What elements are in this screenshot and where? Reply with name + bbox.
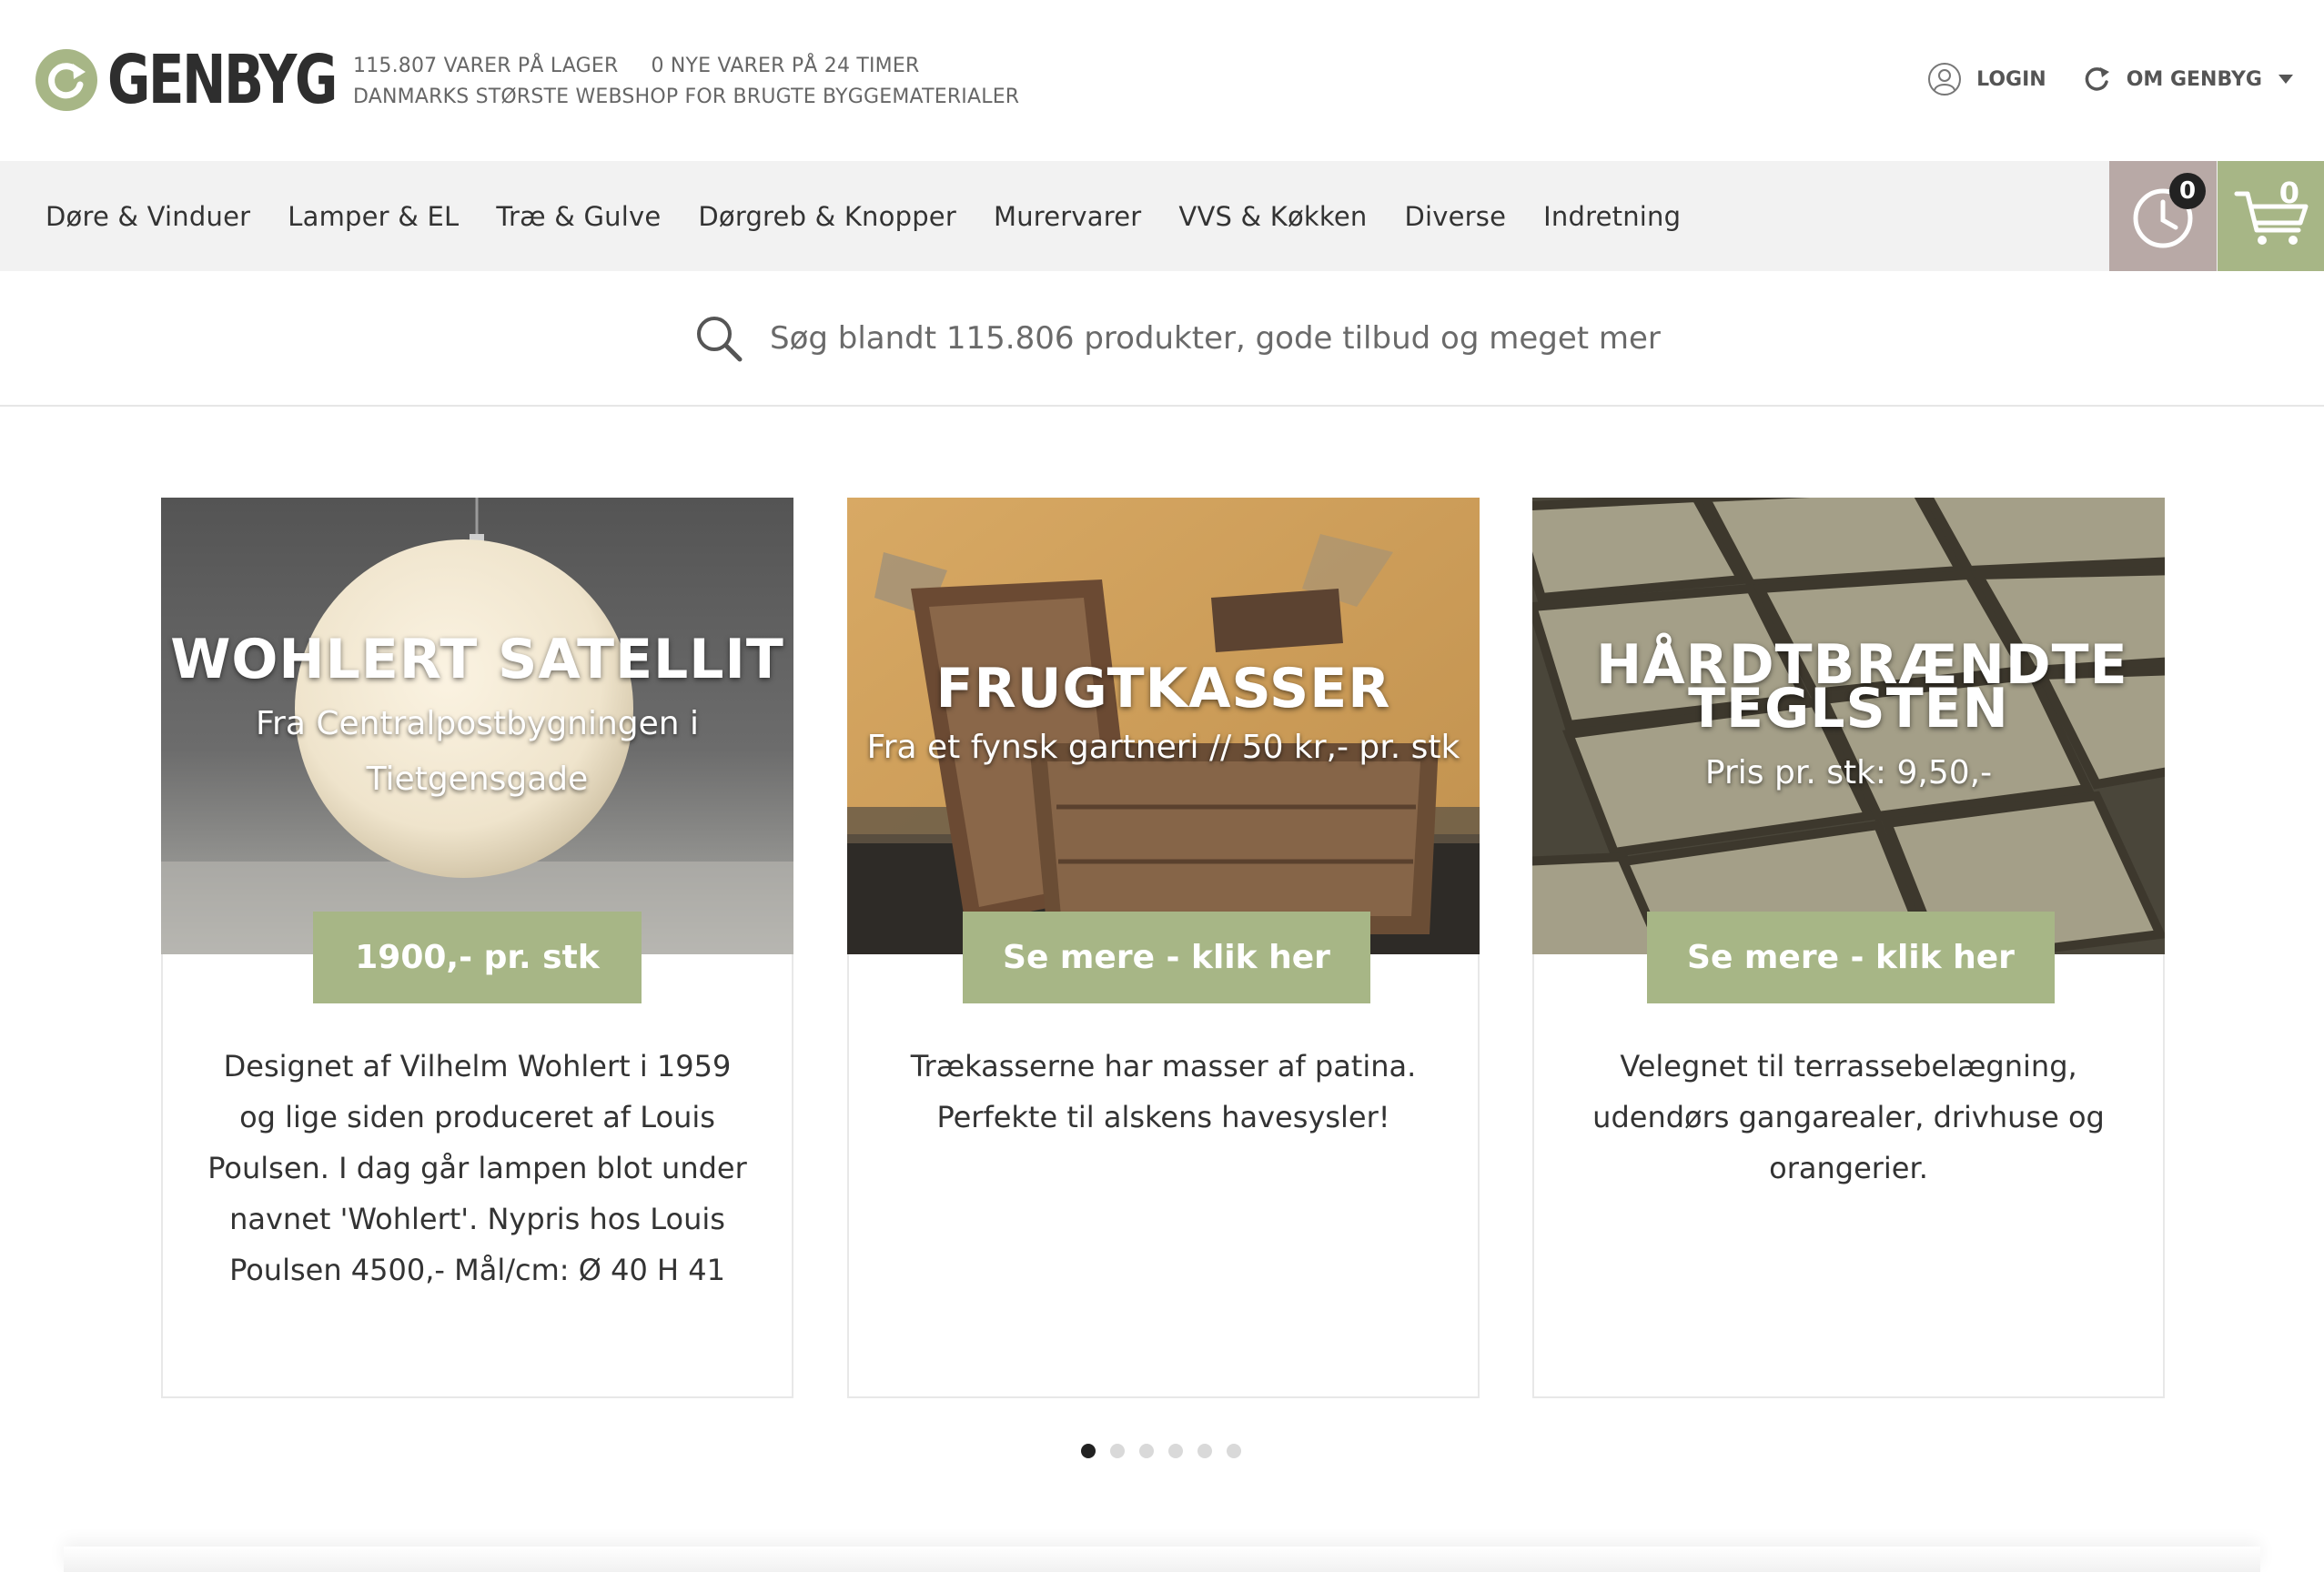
chevron-down-icon xyxy=(2279,75,2293,84)
promo-image-crates[interactable]: FRUGTKASSER Fra et fynsk gartneri // 50 … xyxy=(847,498,1480,954)
carousel-pagination xyxy=(1081,1444,1256,1458)
tagline-text: DANMARKS STØRSTE WEBSHOP FOR BRUGTE BYGG… xyxy=(353,86,1020,108)
login-label: LOGIN xyxy=(1976,67,2046,91)
category-menu: Døre & Vinduer Lamper & EL Træ & Gulve D… xyxy=(45,161,1718,271)
promo-text-3: HÅRDTBRÆNDTE TEGLSTEN Pris pr. stk: 9,50… xyxy=(1532,633,2165,801)
promo-description: Trækasserne har masser af patina. Perfek… xyxy=(910,1049,1417,1134)
promo-title: FRUGTKASSER xyxy=(935,657,1391,720)
carousel-dot[interactable] xyxy=(1168,1444,1183,1458)
promo-subtitle: Fra et fynsk gartneri // 50 kr,- pr. stk xyxy=(866,729,1460,766)
promo-card-wohlert: WOHLERT SATELLIT Fra Centralpostbygninge… xyxy=(161,498,793,1398)
header-tagline: 115.807 VARER PÅ LAGER 0 NYE VARER PÅ 24 … xyxy=(353,51,1019,113)
promo-title: WOHLERT SATELLIT xyxy=(170,628,784,691)
genbyg-logo[interactable]: GENBYG xyxy=(35,44,400,116)
promo-image-bricks[interactable]: HÅRDTBRÆNDTE TEGLSTEN Pris pr. stk: 9,50… xyxy=(1532,498,2165,954)
carousel-dot[interactable] xyxy=(1110,1444,1125,1458)
promo-subtitle: Pris pr. stk: 9,50,- xyxy=(1704,754,1993,791)
cart-button[interactable]: 0 xyxy=(2218,161,2324,271)
price-button[interactable]: 1900,- pr. stk xyxy=(313,912,642,1003)
nav-item-handles-knobs[interactable]: Dørgreb & Knopper xyxy=(698,201,956,232)
account-links: LOGIN OM GENBYG xyxy=(1893,62,2293,96)
carousel-dot[interactable] xyxy=(1227,1444,1241,1458)
recently-viewed-button[interactable]: 0 xyxy=(2109,161,2217,271)
logo-text: GENBYG xyxy=(107,41,338,119)
promo-card-bricks: HÅRDTBRÆNDTE TEGLSTEN Pris pr. stk: 9,50… xyxy=(1532,498,2165,1398)
main-navigation: Døre & Vinduer Lamper & EL Træ & Gulve D… xyxy=(0,161,2324,271)
nav-item-misc[interactable]: Diverse xyxy=(1404,201,1506,232)
carousel-dot[interactable] xyxy=(1081,1444,1096,1458)
recycle-logo-icon xyxy=(35,49,97,111)
see-more-button[interactable]: Se mere - klik her xyxy=(963,912,1370,1003)
search-bar xyxy=(0,271,2324,407)
promo-image-lamp[interactable]: WOHLERT SATELLIT Fra Centralpostbygninge… xyxy=(161,498,793,954)
about-label: OM GENBYG xyxy=(2126,67,2262,91)
promo-title: HÅRDTBRÆNDTE TEGLSTEN xyxy=(1596,633,2128,741)
carousel-dot[interactable] xyxy=(1197,1444,1212,1458)
new-items-count: 0 NYE VARER PÅ 24 TIMER xyxy=(651,55,920,77)
nav-item-plumbing-kitchen[interactable]: VVS & Køkken xyxy=(1178,201,1367,232)
refresh-icon xyxy=(2085,67,2109,91)
promo-description: Velegnet til terrassebelægning, udendørs… xyxy=(1592,1049,2105,1185)
stock-count: 115.807 VARER PÅ LAGER xyxy=(353,55,619,77)
login-link[interactable]: LOGIN xyxy=(1927,62,2046,96)
promo-text-2: FRUGTKASSER Fra et fynsk gartneri // 50 … xyxy=(847,657,1480,775)
promo-subtitle: Fra Centralpostbygningen i Tietgensgade xyxy=(255,705,700,798)
promo-text-1: WOHLERT SATELLIT Fra Centralpostbygninge… xyxy=(161,628,793,807)
history-count-badge: 0 xyxy=(2169,173,2206,209)
nav-item-lamps-electric[interactable]: Lamper & EL xyxy=(288,201,459,232)
nav-item-wood-floors[interactable]: Træ & Gulve xyxy=(496,201,661,232)
search-input[interactable] xyxy=(770,313,1662,364)
nav-item-masonry[interactable]: Murervarer xyxy=(994,201,1141,232)
nav-item-doors-windows[interactable]: Døre & Vinduer xyxy=(45,201,250,232)
user-icon xyxy=(1928,63,1962,96)
search-icon[interactable] xyxy=(693,313,744,364)
cart-count: 0 xyxy=(2279,176,2299,210)
nav-item-interior[interactable]: Indretning xyxy=(1543,201,1681,232)
see-more-button[interactable]: Se mere - klik her xyxy=(1647,912,2055,1003)
promo-description: Designet af Vilhelm Wohlert i 1959 og li… xyxy=(207,1049,747,1287)
carousel-dot[interactable] xyxy=(1139,1444,1154,1458)
about-genbyg-dropdown[interactable]: OM GENBYG xyxy=(2081,64,2293,95)
next-section-edge xyxy=(64,1547,2260,1572)
promo-card-fruit-crates: FRUGTKASSER Fra et fynsk gartneri // 50 … xyxy=(847,498,1480,1398)
site-header: GENBYG 115.807 VARER PÅ LAGER 0 NYE VARER… xyxy=(0,0,2324,161)
